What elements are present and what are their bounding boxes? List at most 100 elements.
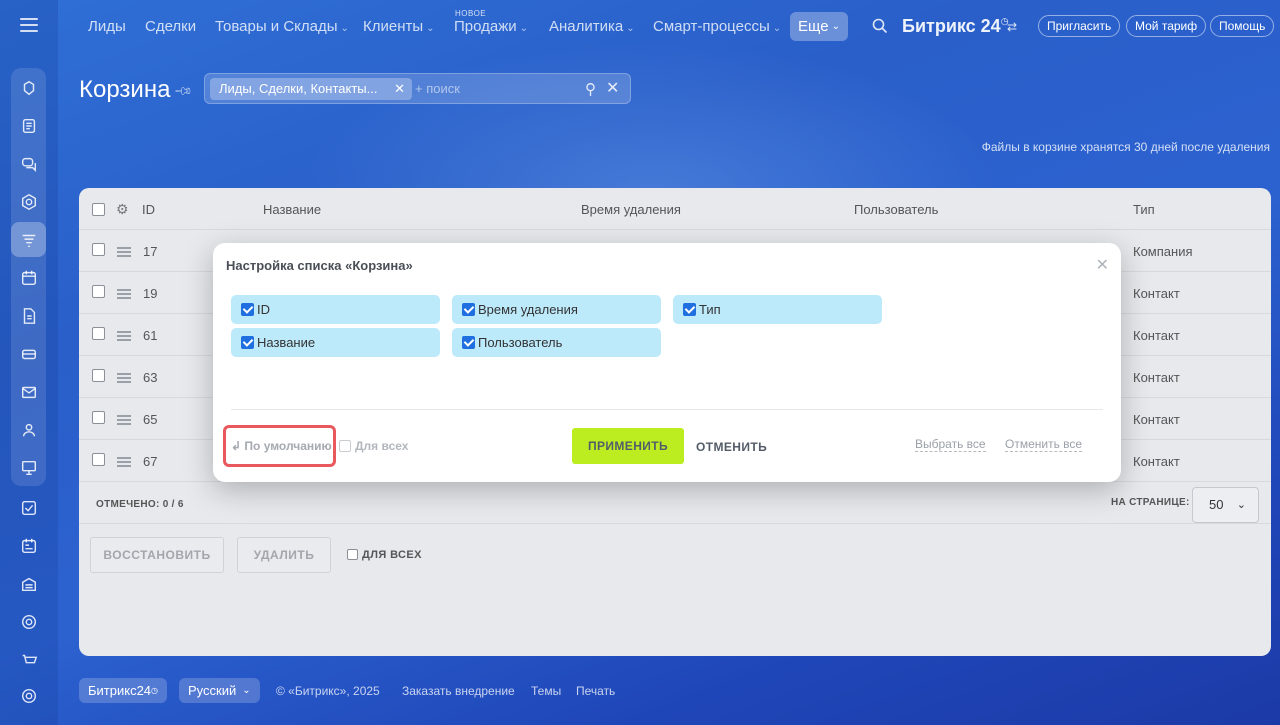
hexagon-icon	[21, 193, 36, 210]
row-checkbox[interactable]	[92, 285, 105, 298]
search-input[interactable]: + поиск	[415, 81, 460, 96]
storage-note: Файлы в корзине хранятся 30 дней после у…	[981, 140, 1270, 154]
column-option-name[interactable]: Название	[231, 328, 440, 357]
apply-button[interactable]: ПРИМЕНИТЬ	[572, 428, 684, 464]
document-icon	[23, 307, 35, 324]
row-type: Компания	[1133, 244, 1193, 259]
sidebar-item-calendar[interactable]	[11, 260, 46, 295]
for-all-option[interactable]: Для всех	[339, 439, 408, 453]
drag-handle-icon[interactable]	[117, 247, 131, 259]
per-page-select[interactable]: 50 ⌄	[1192, 487, 1259, 523]
sidebar-item-hexagon[interactable]	[11, 184, 46, 219]
clear-icon[interactable]: ✕	[606, 78, 619, 98]
checkbox-checked[interactable]	[241, 303, 254, 316]
restore-button[interactable]: ВОССТАНОВИТЬ	[90, 537, 224, 573]
column-header-deleted-at[interactable]: Время удаления	[581, 202, 681, 217]
sidebar-item-documents[interactable]	[11, 298, 46, 333]
sidebar-item-shop[interactable]	[11, 642, 46, 677]
sidebar-item-planner[interactable]	[11, 528, 46, 563]
delete-button[interactable]: УДАЛИТЬ	[237, 537, 331, 573]
for-all-checkbox[interactable]	[339, 440, 351, 452]
nav-smart-processes[interactable]: Смарт-процессы ⌄	[653, 18, 781, 35]
nav-leads[interactable]: Лиды	[88, 18, 126, 35]
sidebar-item-goals[interactable]	[11, 604, 46, 639]
pin-icon[interactable]: 📌︎	[173, 81, 194, 102]
order-implementation-link[interactable]: Заказать внедрение	[402, 684, 515, 698]
people-icon	[22, 423, 35, 436]
nav-products[interactable]: Товары и Склады ⌄	[215, 18, 349, 35]
calendar-icon	[21, 270, 36, 285]
sidebar-item-tasks-list[interactable]	[11, 108, 46, 143]
column-settings-dialog: Настройка списка «Корзина» ✕ ID Время уд…	[213, 243, 1121, 482]
checkbox-checked[interactable]	[462, 303, 475, 316]
sidebar-item-sites[interactable]	[11, 450, 46, 485]
checkbox-checked[interactable]	[241, 336, 254, 349]
checkbox-icon	[21, 500, 36, 515]
column-option-deleted-at[interactable]: Время удаления	[452, 295, 661, 324]
nav-sales[interactable]: Продажи ⌄	[454, 18, 528, 35]
for-all-checkbox[interactable]	[347, 549, 358, 560]
for-all-option[interactable]: ДЛЯ ВСЕХ	[347, 549, 422, 561]
warehouse-icon	[21, 577, 36, 591]
column-option-type[interactable]: Тип	[673, 295, 882, 324]
nav-analytics[interactable]: Аналитика ⌄	[549, 18, 635, 35]
help-button[interactable]: Помощь	[1210, 15, 1275, 37]
checkbox-checked[interactable]	[462, 336, 475, 349]
reset-to-default-link[interactable]: ↲ По умолчанию	[231, 439, 332, 453]
column-option-user[interactable]: Пользователь	[452, 328, 661, 357]
menu-burger-icon[interactable]	[20, 18, 38, 32]
row-checkbox[interactable]	[92, 327, 105, 340]
column-option-id[interactable]: ID	[231, 295, 440, 324]
language-select[interactable]: Русский ⌄	[179, 678, 260, 703]
sidebar-item-contacts[interactable]	[11, 412, 46, 447]
nav-deals[interactable]: Сделки	[145, 18, 196, 35]
sidebar-item-inventory[interactable]	[11, 336, 46, 371]
sidebar-item-warehouse[interactable]	[11, 566, 46, 601]
per-page-label: НА СТРАНИЦЕ:	[1111, 497, 1190, 508]
invite-button[interactable]: Пригласить	[1038, 15, 1121, 37]
close-icon[interactable]: ✕	[1096, 255, 1109, 275]
chevron-down-icon: ⌄	[426, 23, 435, 34]
nav-clients[interactable]: Клиенты ⌄	[363, 18, 435, 35]
sidebar-item-feed[interactable]	[11, 70, 46, 105]
drag-handle-icon[interactable]	[117, 415, 131, 427]
drag-handle-icon[interactable]	[117, 289, 131, 301]
nav-more-button[interactable]: Еще ⌄	[790, 12, 848, 41]
gear-icon[interactable]: ⚙	[116, 201, 129, 218]
sidebar-item-checklist[interactable]	[11, 490, 46, 525]
footer-brand[interactable]: Битрикс24 ◷	[79, 678, 168, 703]
filter-chip[interactable]: Лиды, Сделки, Контакты... ✕	[210, 78, 412, 100]
deselect-all-link[interactable]: Отменить все	[1005, 437, 1083, 452]
drag-handle-icon[interactable]	[117, 373, 131, 385]
filter-search-box[interactable]: Лиды, Сделки, Контакты... ✕ + поиск ⚲ ✕	[204, 73, 631, 104]
column-header-name[interactable]: Название	[263, 202, 321, 217]
close-icon[interactable]: ✕	[394, 78, 405, 100]
column-header-id[interactable]: ID	[142, 202, 155, 217]
select-all-link[interactable]: Выбрать все	[915, 437, 986, 452]
my-tariff-button[interactable]: Мой тариф	[1126, 15, 1207, 37]
drag-handle-icon[interactable]	[117, 331, 131, 343]
sidebar-item-settings[interactable]	[11, 678, 46, 713]
column-header-type[interactable]: Тип	[1133, 202, 1155, 217]
brand-clock-icon: ◷	[151, 686, 159, 695]
sidebar-item-chat[interactable]	[11, 146, 46, 181]
sidebar-item-crm-filter[interactable]	[11, 222, 46, 257]
brand-logo[interactable]: Битрикс 24◷	[902, 16, 1009, 37]
row-checkbox[interactable]	[92, 411, 105, 424]
cancel-button[interactable]: ОТМЕНИТЬ	[696, 440, 767, 454]
themes-link[interactable]: Темы	[531, 684, 561, 698]
row-type: Контакт	[1133, 370, 1180, 385]
drag-handle-icon[interactable]	[117, 457, 131, 469]
row-id: 19	[143, 286, 158, 301]
row-checkbox[interactable]	[92, 369, 105, 382]
column-header-user[interactable]: Пользователь	[854, 202, 938, 217]
print-link[interactable]: Печать	[576, 684, 615, 698]
sidebar-item-mail[interactable]	[11, 374, 46, 409]
checkbox-checked[interactable]	[683, 303, 696, 316]
select-all-checkbox[interactable]	[92, 203, 105, 216]
search-icon[interactable]	[872, 18, 888, 34]
row-checkbox[interactable]	[92, 453, 105, 466]
brand-settings-icon[interactable]: ⇄	[1007, 20, 1017, 34]
search-icon[interactable]: ⚲	[585, 80, 596, 98]
row-checkbox[interactable]	[92, 243, 105, 256]
